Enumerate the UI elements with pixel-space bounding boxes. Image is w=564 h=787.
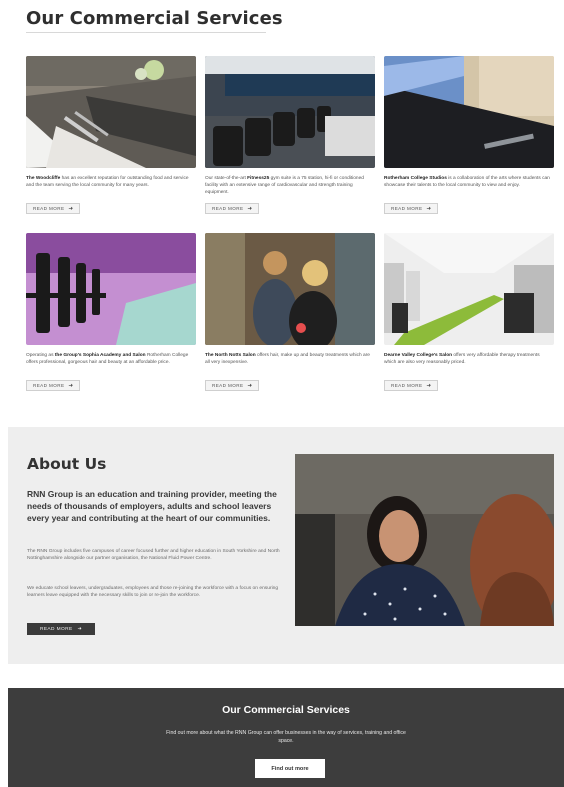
card-name[interactable]: Dearne Valley College's Salon <box>384 353 452 358</box>
service-card: Rotherham College Studios is a collabora… <box>384 56 554 219</box>
service-card: Dearne Valley College's Salon offers ver… <box>384 233 554 396</box>
salon-interior-image[interactable] <box>384 233 554 345</box>
about-read-more-button[interactable]: READ MORE ➜ <box>27 623 95 635</box>
card-description: Operating as the Group's Sophia Academy … <box>26 352 194 373</box>
arrow-right-icon: ➜ <box>426 205 432 212</box>
read-more-label: READ MORE <box>212 206 244 211</box>
arrow-right-icon: ➜ <box>247 382 253 389</box>
find-out-more-button[interactable]: Find out more <box>255 759 325 778</box>
page-header: Our Commercial Services <box>26 8 283 33</box>
read-more-button[interactable]: READ MORE ➜ <box>26 203 81 214</box>
card-description: Rotherham College Studios is a collabora… <box>384 175 552 196</box>
arrow-right-icon: ➜ <box>77 626 83 632</box>
service-card: Operating as the Group's Sophia Academy … <box>26 233 196 396</box>
card-name[interactable]: Rotherham College Studios <box>384 176 447 181</box>
arrow-right-icon: ➜ <box>426 382 432 389</box>
arrow-right-icon: ➜ <box>247 205 253 212</box>
service-card: The Woodcliffe has an excellent reputati… <box>26 56 196 219</box>
card-description: Our state-of-the-art Fitness25 gym suite… <box>205 175 373 196</box>
read-more-label: READ MORE <box>391 206 423 211</box>
card-text: Operating as <box>26 353 55 358</box>
read-more-button[interactable]: READ MORE ➜ <box>384 203 439 214</box>
salon-students-image[interactable] <box>205 233 375 345</box>
card-text: Our state-of-the-art <box>205 176 248 181</box>
read-more-label: READ MORE <box>33 206 65 211</box>
read-more-label: READ MORE <box>39 626 73 632</box>
card-name[interactable]: the Group's Sophia Academy and Salon <box>55 353 146 358</box>
card-name[interactable]: Fitness25 <box>247 176 269 181</box>
read-more-button[interactable]: READ MORE ➜ <box>384 380 439 391</box>
about-lead: RNN Group is an education and training p… <box>27 489 277 523</box>
restaurant-table-image[interactable] <box>26 56 196 168</box>
arrow-right-icon: ➜ <box>68 382 74 389</box>
service-card: The North Notts Salon offers hair, make … <box>205 233 375 396</box>
read-more-button[interactable]: READ MORE ➜ <box>26 380 81 391</box>
card-description: The Woodcliffe has an excellent reputati… <box>26 175 194 196</box>
card-description: The North Notts Salon offers hair, make … <box>205 352 373 373</box>
card-name[interactable]: The Woodcliffe <box>26 176 60 181</box>
read-more-label: READ MORE <box>212 383 244 388</box>
smiling-student-image <box>295 454 554 626</box>
gym-equipment-image[interactable] <box>205 56 375 168</box>
about-paragraph: We educate school leavers, undergraduate… <box>27 586 279 599</box>
read-more-button[interactable]: READ MORE ➜ <box>205 380 260 391</box>
title-underline <box>26 32 266 33</box>
pink-gym-image[interactable] <box>26 233 196 345</box>
services-grid: The Woodcliffe has an excellent reputati… <box>26 56 554 396</box>
studios-sign-image[interactable] <box>384 56 554 168</box>
about-paragraph: The RNN Group includes five campuses of … <box>27 549 280 562</box>
read-more-label: READ MORE <box>391 383 423 388</box>
card-description: Dearne Valley College's Salon offers ver… <box>384 352 552 373</box>
read-more-button[interactable]: READ MORE ➜ <box>205 203 260 214</box>
page-title: Our Commercial Services <box>26 8 283 29</box>
commercial-services-cta: Our Commercial Services Find out more ab… <box>8 688 564 787</box>
about-title: About Us <box>27 455 107 473</box>
about-section: About Us RNN Group is an education and t… <box>8 427 564 664</box>
card-name[interactable]: The North Notts Salon <box>205 353 256 358</box>
service-card: Our state-of-the-art Fitness25 gym suite… <box>205 56 375 219</box>
footer-text: Find out more about what the RNN Group c… <box>166 730 406 744</box>
read-more-label: READ MORE <box>33 383 65 388</box>
arrow-right-icon: ➜ <box>68 205 74 212</box>
footer-title: Our Commercial Services <box>222 704 350 716</box>
